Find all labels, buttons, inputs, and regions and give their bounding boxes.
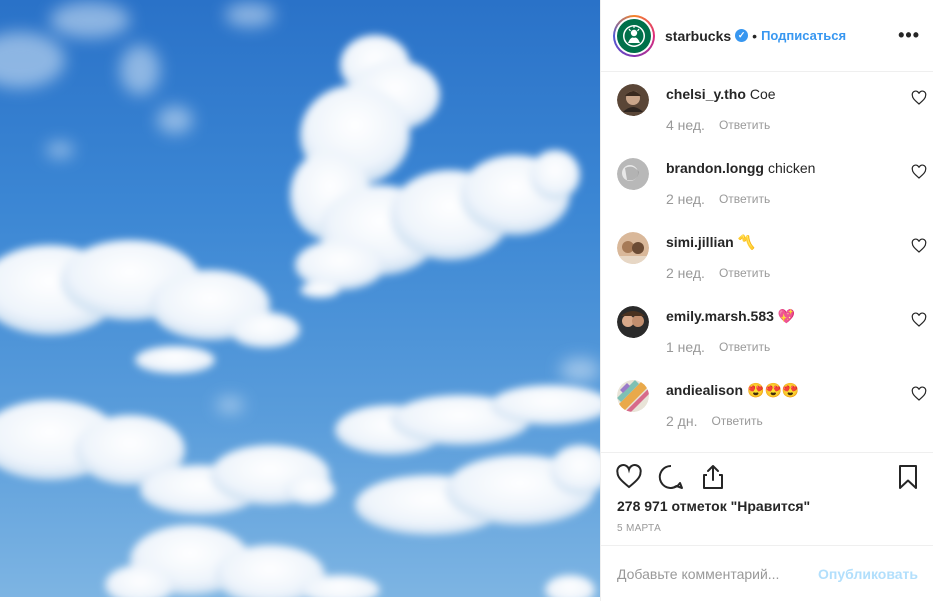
comment-text: 〽️ [737, 234, 756, 250]
author-username[interactable]: starbucks [665, 28, 731, 44]
heart-icon[interactable] [911, 90, 927, 106]
commenter-avatar[interactable] [617, 306, 649, 338]
post-actions: 278 971 отметок "Нравится" 5 МАРТА [601, 452, 933, 546]
comment-text: chicken [767, 160, 816, 176]
comment-item: chelsi_y.tho Coe 4 нед. Ответить [617, 72, 927, 146]
author-avatar[interactable] [613, 14, 655, 57]
comment-item: andiealison 😍😍😍 2 дн. Ответить [617, 368, 927, 442]
comment-item: brandon.longg chicken 2 нед. Ответить [617, 146, 927, 220]
reply-button[interactable]: Ответить [719, 340, 770, 354]
comment-time[interactable]: 4 нед. [666, 117, 705, 133]
reply-button[interactable]: Ответить [711, 414, 762, 428]
publish-button[interactable]: Опубликовать [818, 566, 918, 582]
comment-username[interactable]: simi.jillian [666, 234, 734, 250]
commenter-avatar[interactable] [617, 84, 649, 116]
commenter-avatar[interactable] [617, 158, 649, 190]
comment-username[interactable]: emily.marsh.583 [666, 308, 774, 324]
comment-item: simi.jillian 〽️ 2 нед. Ответить [617, 220, 927, 294]
comment-bubble-icon[interactable] [657, 463, 685, 491]
reply-button[interactable]: Ответить [719, 118, 770, 132]
comment-input[interactable] [617, 546, 817, 601]
starbucks-logo-icon [617, 18, 651, 53]
post-date[interactable]: 5 МАРТА [617, 523, 661, 534]
commenter-avatar[interactable] [617, 380, 649, 412]
post-photo[interactable] [0, 0, 600, 601]
comment-username[interactable]: andiealison [666, 382, 743, 398]
share-icon[interactable] [699, 463, 727, 491]
post-header: starbucks ✓ • Подписаться ••• [601, 0, 933, 72]
comment-username[interactable]: brandon.longg [666, 160, 764, 176]
bookmark-icon[interactable] [894, 463, 922, 491]
follow-button[interactable]: Подписаться [761, 28, 846, 43]
like-heart-icon[interactable] [615, 463, 643, 491]
post-side-panel: starbucks ✓ • Подписаться ••• chelsi_y.t… [600, 0, 933, 601]
comment-item: emily.marsh.583 💖 1 нед. Ответить [617, 294, 927, 368]
comment-text: 😍😍😍 [747, 382, 800, 398]
header-separator: • [752, 27, 758, 44]
verified-badge-icon: ✓ [735, 29, 749, 42]
reply-button[interactable]: Ответить [719, 192, 770, 206]
sky-clouds-image [0, 2, 600, 601]
heart-icon[interactable] [911, 164, 927, 180]
heart-icon[interactable] [911, 386, 927, 402]
reply-button[interactable]: Ответить [719, 266, 770, 280]
commenter-avatar[interactable] [617, 232, 649, 264]
comment-time[interactable]: 2 нед. [666, 191, 705, 207]
comment-time[interactable]: 2 дн. [666, 413, 697, 429]
comments-list[interactable]: chelsi_y.tho Coe 4 нед. Ответить brandon.… [601, 72, 933, 452]
comment-username[interactable]: chelsi_y.tho [666, 86, 746, 102]
comment-time[interactable]: 2 нед. [666, 265, 705, 281]
comment-text: Coe [749, 86, 776, 102]
comment-time[interactable]: 1 нед. [666, 339, 705, 355]
heart-icon[interactable] [911, 238, 927, 254]
likes-count[interactable]: 278 971 отметок "Нравится" [617, 498, 810, 514]
photo-edge [0, 597, 600, 601]
heart-icon[interactable] [911, 312, 927, 328]
comment-text: 💖 [777, 308, 796, 324]
more-options-icon[interactable]: ••• [898, 25, 920, 46]
add-comment-bar: Опубликовать [601, 545, 933, 601]
